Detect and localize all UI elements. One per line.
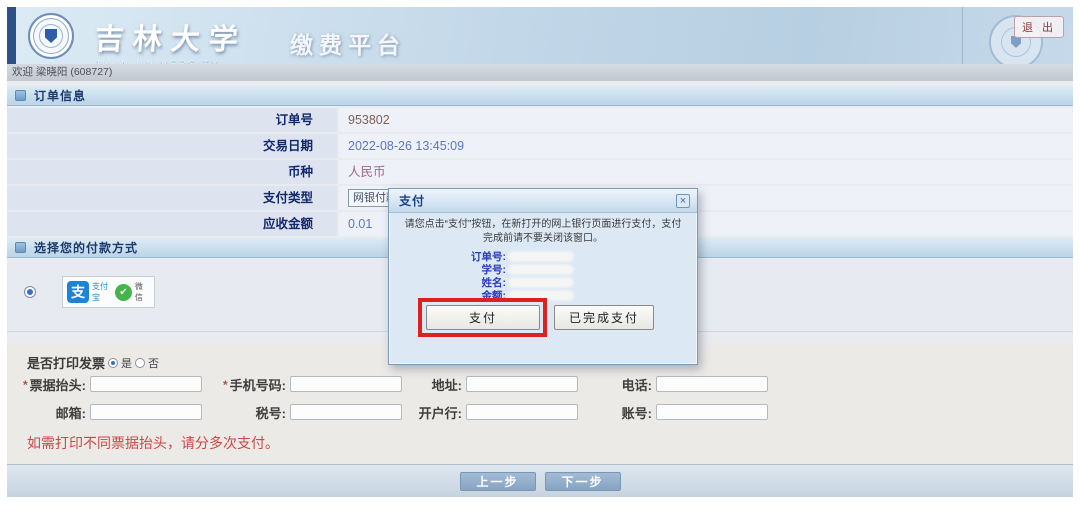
mobile-number-input[interactable]	[290, 376, 402, 392]
bank-branch-label: 开户行:	[387, 403, 462, 422]
dialog-order-number-row: 订单号:	[389, 250, 697, 262]
mobile-number-label-text: 手机号码:	[230, 375, 286, 394]
bank-branch-input[interactable]	[466, 404, 578, 420]
university-name-cn: 吉林大学	[94, 16, 249, 58]
print-invoice-no-radio[interactable]	[135, 358, 145, 368]
dialog-amount-value-redacted	[509, 291, 573, 300]
invoice-title-label: *票据抬头:	[21, 375, 86, 394]
alipay-icon: 支	[67, 281, 89, 303]
print-invoice-yes-label: 是	[121, 355, 132, 371]
account-number-label-text: 账号:	[622, 403, 652, 422]
dialog-amount-label: 金额:	[389, 288, 506, 303]
university-emblem-ring	[39, 24, 63, 48]
account-number-label: 账号:	[577, 403, 652, 422]
tax-id-label: 税号:	[207, 403, 286, 422]
print-invoice-label: 是否打印发票	[27, 353, 105, 372]
dialog-name-value-redacted	[509, 278, 573, 287]
payment-completed-button[interactable]: 已完成支付	[554, 305, 654, 330]
transaction-date-label: 交易日期	[7, 134, 337, 158]
page-title: 缴费平台	[290, 26, 406, 60]
header-right-panel: 退 出	[962, 7, 1073, 64]
mobile-number-label: *手机号码:	[207, 375, 286, 394]
address-label-text: 地址:	[432, 375, 462, 394]
amount-due-value: 0.01	[348, 212, 372, 236]
section-bullet-icon	[15, 242, 26, 253]
currency-label: 币种	[7, 160, 337, 184]
footer-bar: 上一步 下一步	[7, 464, 1073, 497]
payment-method-section-title: 选择您的付款方式	[34, 239, 138, 256]
wechat-label: 微 信	[135, 281, 150, 303]
payment-dialog-fields: 订单号: 学号: 姓名: 金额:	[389, 250, 697, 301]
logout-button[interactable]: 退 出	[1014, 16, 1064, 38]
order-number-label: 订单号	[7, 108, 337, 132]
payment-method-option[interactable]: 支 支付宝 ✔ 微 信	[62, 276, 155, 308]
tax-id-label-text: 税号:	[256, 403, 286, 422]
print-invoice-yes-radio[interactable]	[108, 358, 118, 368]
transaction-date-value-cell: 2022-08-26 13:45:09	[339, 134, 1073, 158]
next-step-button[interactable]: 下一步	[545, 472, 621, 491]
table-row: 订单号 953802	[7, 108, 1073, 132]
order-number-value: 953802	[348, 108, 390, 132]
payment-method-radio[interactable]	[24, 286, 36, 298]
phone-label: 电话:	[577, 375, 652, 394]
payment-dialog-message: 请您点击“支付”按钮，在新打开的网上银行页面进行支付，支付完成前请不要关闭该窗口…	[402, 218, 684, 246]
invoice-title-input[interactable]	[90, 376, 202, 392]
section-bullet-icon	[15, 90, 26, 101]
pay-button[interactable]: 支付	[426, 305, 540, 330]
required-asterisk: *	[23, 378, 28, 392]
email-label-text: 邮箱:	[56, 403, 86, 422]
table-row: 交易日期 2022-08-26 13:45:09	[7, 134, 1073, 158]
currency-value: 人民币	[348, 160, 386, 184]
dialog-student-id-row: 学号:	[389, 263, 697, 275]
university-name: 吉林大学 JILIN UNIVERSITY	[95, 16, 247, 69]
currency-value-cell: 人民币	[339, 160, 1073, 184]
email-label: 邮箱:	[21, 403, 86, 422]
bank-branch-label-text: 开户行:	[419, 403, 462, 422]
university-emblem-icon	[28, 13, 74, 59]
address-input[interactable]	[466, 376, 578, 392]
dialog-amount-row: 金额:	[389, 289, 697, 301]
multi-payment-warning-text: 如需打印不同票据抬头，请分多次支付。	[27, 433, 279, 453]
previous-step-button[interactable]: 上一步	[460, 472, 536, 491]
order-info-section-header: 订单信息	[7, 86, 1073, 106]
app-header: 吉林大学 JILIN UNIVERSITY 缴费平台 退 出	[7, 7, 1073, 64]
header-accent-strip	[7, 7, 16, 64]
payment-dialog: 支付 × 请您点击“支付”按钮，在新打开的网上银行页面进行支付，支付完成前请不要…	[388, 188, 698, 365]
dialog-name-row: 姓名:	[389, 276, 697, 288]
transaction-date-value: 2022-08-26 13:45:09	[348, 134, 464, 158]
payment-dialog-title: 支付	[399, 192, 425, 209]
tax-id-input[interactable]	[290, 404, 402, 420]
address-label: 地址:	[387, 375, 462, 394]
close-icon[interactable]: ×	[676, 194, 690, 208]
phone-input[interactable]	[656, 376, 768, 392]
order-number-value-cell: 953802	[339, 108, 1073, 132]
phone-label-text: 电话:	[622, 375, 652, 394]
required-asterisk: *	[223, 378, 228, 392]
dialog-order-number-value-redacted	[509, 252, 573, 261]
payment-platform-page: 吉林大学 JILIN UNIVERSITY 缴费平台 退 出 欢迎 梁晓阳 (6…	[0, 0, 1080, 509]
amount-due-label: 应收金额	[7, 212, 337, 236]
table-row: 币种 人民币	[7, 160, 1073, 184]
alipay-label: 支付宝	[92, 281, 112, 303]
email-input[interactable]	[90, 404, 202, 420]
wechat-icon: ✔	[115, 284, 132, 301]
invoice-title-label-text: 票据抬头:	[30, 375, 86, 394]
account-number-input[interactable]	[656, 404, 768, 420]
dialog-student-id-value-redacted	[509, 265, 573, 274]
print-invoice-row: 是否打印发票 是 否	[27, 353, 159, 372]
payment-type-label: 支付类型	[7, 186, 337, 210]
shield-icon	[45, 29, 57, 43]
order-info-section-title: 订单信息	[34, 87, 86, 104]
welcome-bar: 欢迎 梁晓阳 (608727)	[7, 64, 1073, 81]
print-invoice-no-label: 否	[148, 355, 159, 371]
payment-dialog-header: 支付 ×	[389, 189, 697, 213]
